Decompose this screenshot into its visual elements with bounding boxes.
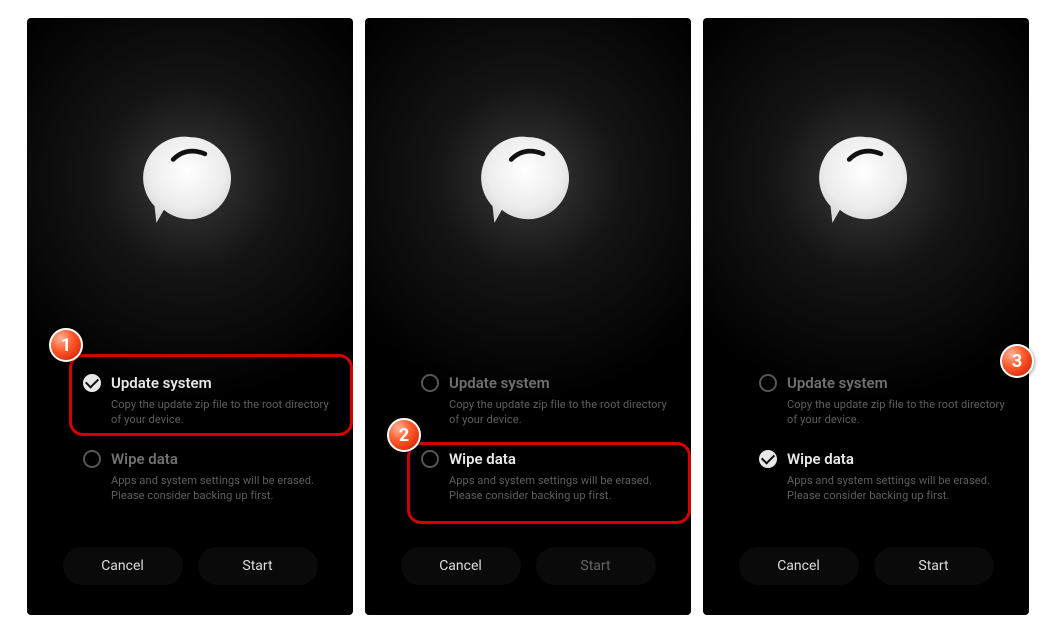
option-desc: Copy the update zip file to the root dir… <box>787 398 1013 428</box>
meizu-logo-icon <box>472 124 584 236</box>
phone-screenshot-1: Update system Copy the update zip file t… <box>27 18 353 615</box>
radio-unchecked-icon <box>759 374 777 392</box>
radio-unchecked-icon <box>421 450 439 468</box>
option-desc: Copy the update zip file to the root dir… <box>449 398 675 428</box>
option-update-system[interactable]: Update system Copy the update zip file t… <box>759 368 1013 444</box>
option-title: Update system <box>449 374 550 392</box>
option-title: Wipe data <box>449 450 516 468</box>
option-update-system[interactable]: Update system Copy the update zip file t… <box>83 368 337 444</box>
phone-screenshot-2: Update system Copy the update zip file t… <box>365 18 691 615</box>
start-button[interactable]: Start <box>536 547 656 585</box>
cancel-button[interactable]: Cancel <box>401 547 521 585</box>
option-desc: Apps and system settings will be erased.… <box>787 474 1013 504</box>
start-button[interactable]: Start <box>198 547 318 585</box>
step-badge-1: 1 <box>49 328 83 362</box>
step-badge-3: 3 <box>1000 344 1034 378</box>
option-title: Wipe data <box>111 450 178 468</box>
start-button[interactable]: Start <box>874 547 994 585</box>
step-badge-2: 2 <box>387 418 421 452</box>
tutorial-stage: Update system Copy the update zip file t… <box>0 0 1064 633</box>
radio-checked-icon <box>83 374 101 392</box>
radio-unchecked-icon <box>83 450 101 468</box>
option-desc: Apps and system settings will be erased.… <box>111 474 337 504</box>
option-wipe-data[interactable]: Wipe data Apps and system settings will … <box>759 444 1013 520</box>
phone-screenshot-3: Update system Copy the update zip file t… <box>703 18 1029 615</box>
radio-unchecked-icon <box>421 374 439 392</box>
option-title: Update system <box>111 374 212 392</box>
meizu-logo-icon <box>134 124 246 236</box>
option-update-system[interactable]: Update system Copy the update zip file t… <box>421 368 675 444</box>
cancel-button[interactable]: Cancel <box>739 547 859 585</box>
option-desc: Copy the update zip file to the root dir… <box>111 398 337 428</box>
option-title: Update system <box>787 374 888 392</box>
radio-checked-icon <box>759 450 777 468</box>
option-desc: Apps and system settings will be erased.… <box>449 474 675 504</box>
cancel-button[interactable]: Cancel <box>63 547 183 585</box>
meizu-logo-icon <box>810 124 922 236</box>
option-title: Wipe data <box>787 450 854 468</box>
option-wipe-data[interactable]: Wipe data Apps and system settings will … <box>83 444 337 520</box>
option-wipe-data[interactable]: Wipe data Apps and system settings will … <box>421 444 675 520</box>
